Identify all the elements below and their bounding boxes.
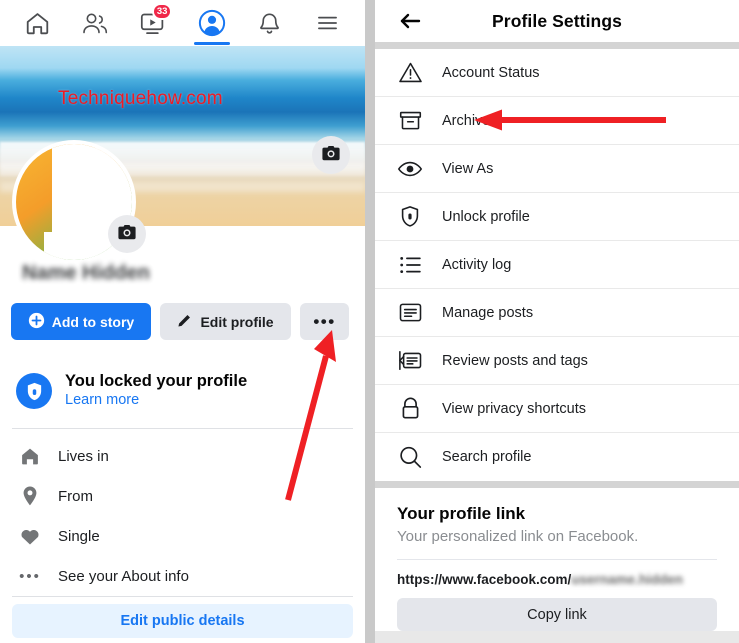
info-row-relationship[interactable]: Single xyxy=(0,516,365,556)
settings-header: Profile Settings xyxy=(375,0,739,42)
post-card-icon xyxy=(397,301,423,324)
camera-icon xyxy=(321,144,341,167)
menu-item-label: Unlock profile xyxy=(442,208,530,225)
archive-box-icon xyxy=(397,108,423,133)
profile-name: Name Hidden xyxy=(22,262,150,284)
padlock-icon xyxy=(397,396,423,421)
info-label: Lives in xyxy=(58,447,109,465)
watermark-text: Techniquehow.com xyxy=(58,88,223,109)
facebook-profile-panel: 33 Techniquehow.com Name Hidden Add to s… xyxy=(0,0,365,643)
video-badge-count: 33 xyxy=(151,3,173,20)
edit-profile-button[interactable]: Edit profile xyxy=(160,303,291,340)
section-gap xyxy=(375,481,739,488)
edit-public-details-button[interactable]: Edit public details xyxy=(12,604,353,638)
magnifier-icon xyxy=(397,445,423,470)
divider xyxy=(397,559,717,560)
menu-item-manage-posts[interactable]: Manage posts xyxy=(375,289,739,337)
profile-picture-container[interactable] xyxy=(12,140,146,264)
nav-notifications[interactable] xyxy=(246,1,294,45)
divider xyxy=(12,596,353,597)
edit-profile-label: Edit profile xyxy=(200,313,274,330)
menu-item-review-posts-and-tags[interactable]: Review posts and tags xyxy=(375,337,739,385)
review-posts-icon xyxy=(397,349,423,372)
heart-icon xyxy=(18,526,42,546)
list-icon xyxy=(397,254,423,276)
profile-link-url-row: https://www.facebook.com/ username.hidde… xyxy=(397,572,717,587)
shield-lock-icon xyxy=(397,204,423,229)
profile-icon xyxy=(198,9,226,37)
menu-item-view-privacy-shortcuts[interactable]: View privacy shortcuts xyxy=(375,385,739,433)
divider xyxy=(12,428,353,429)
active-tab-indicator xyxy=(193,42,230,45)
menu-item-account-status[interactable]: Account Status xyxy=(375,49,739,97)
nav-video[interactable]: 33 xyxy=(129,1,177,45)
info-row-see-about[interactable]: ••• See your About info xyxy=(0,556,365,596)
profile-link-url-blurred: username.hidden xyxy=(571,572,684,587)
menu-item-unlock-profile[interactable]: Unlock profile xyxy=(375,193,739,241)
shield-lock-icon xyxy=(16,373,52,409)
friends-icon xyxy=(80,10,110,37)
screenshot-root: 33 Techniquehow.com Name Hidden Add to s… xyxy=(0,0,739,643)
profile-link-url-prefix: https://www.facebook.com/ xyxy=(397,572,572,587)
eye-icon xyxy=(397,157,423,181)
add-to-story-label: Add to story xyxy=(51,313,135,330)
menu-item-label: Review posts and tags xyxy=(442,352,588,369)
page-title: Profile Settings xyxy=(492,10,622,31)
cover-photo-camera-button[interactable] xyxy=(312,136,350,174)
pencil-icon xyxy=(177,312,193,331)
hamburger-menu-icon xyxy=(314,11,341,35)
profile-action-buttons: Add to story Edit profile ••• xyxy=(0,303,365,340)
learn-more-link[interactable]: Learn more xyxy=(65,391,247,410)
top-navigation-bar: 33 xyxy=(0,0,365,46)
menu-item-archive[interactable]: Archive xyxy=(375,97,739,145)
profile-link-title: Your profile link xyxy=(397,504,526,523)
menu-item-label: Search profile xyxy=(442,449,532,465)
profile-settings-panel: Profile Settings Account Status Archive … xyxy=(375,0,739,643)
nav-friends[interactable] xyxy=(71,1,119,45)
copy-link-button[interactable]: Copy link xyxy=(397,598,717,631)
more-options-button[interactable]: ••• xyxy=(300,303,349,340)
menu-item-label: Activity log xyxy=(442,256,512,273)
profile-info-list: Lives in From Single ••• See your About … xyxy=(0,436,365,596)
add-to-story-button[interactable]: Add to story xyxy=(11,303,151,340)
warning-triangle-icon xyxy=(397,60,423,85)
locked-profile-text-block: You locked your profile Learn more xyxy=(65,372,247,410)
ellipsis-icon: ••• xyxy=(313,311,336,331)
info-label: See your About info xyxy=(58,567,189,585)
menu-item-label: View privacy shortcuts xyxy=(442,400,586,417)
location-pin-icon xyxy=(18,485,42,507)
menu-item-search-profile[interactable]: Search profile xyxy=(375,433,739,481)
menu-item-activity-log[interactable]: Activity log xyxy=(375,241,739,289)
plus-circle-icon xyxy=(28,312,45,332)
menu-item-label: Manage posts xyxy=(442,304,534,321)
info-row-lives-in[interactable]: Lives in xyxy=(0,436,365,476)
menu-item-view-as[interactable]: View As xyxy=(375,145,739,193)
profile-link-card: Your profile link Your personalized link… xyxy=(375,488,739,631)
home-icon xyxy=(24,10,51,37)
nav-profile[interactable] xyxy=(188,1,236,45)
settings-menu-list: Account Status Archive View As Unlock pr… xyxy=(375,49,739,481)
section-gap xyxy=(375,42,739,49)
nav-home[interactable] xyxy=(13,1,61,45)
menu-item-label: Archive xyxy=(442,112,491,129)
locked-profile-title: You locked your profile xyxy=(65,372,248,391)
camera-icon xyxy=(117,223,137,246)
ellipsis-icon: ••• xyxy=(19,567,41,585)
menu-item-label: Account Status xyxy=(442,64,540,81)
house-icon xyxy=(18,445,42,467)
info-label: From xyxy=(58,487,93,505)
info-label: Single xyxy=(58,527,100,545)
locked-profile-notice: You locked your profile Learn more xyxy=(0,360,365,422)
profile-picture-camera-button[interactable] xyxy=(108,215,146,253)
profile-link-subtitle: Your personalized link on Facebook. xyxy=(397,528,639,545)
menu-item-label: View As xyxy=(442,160,494,177)
bell-icon xyxy=(257,10,282,37)
back-arrow-icon[interactable] xyxy=(397,9,423,33)
info-row-from[interactable]: From xyxy=(0,476,365,516)
nav-menu[interactable] xyxy=(304,1,352,45)
